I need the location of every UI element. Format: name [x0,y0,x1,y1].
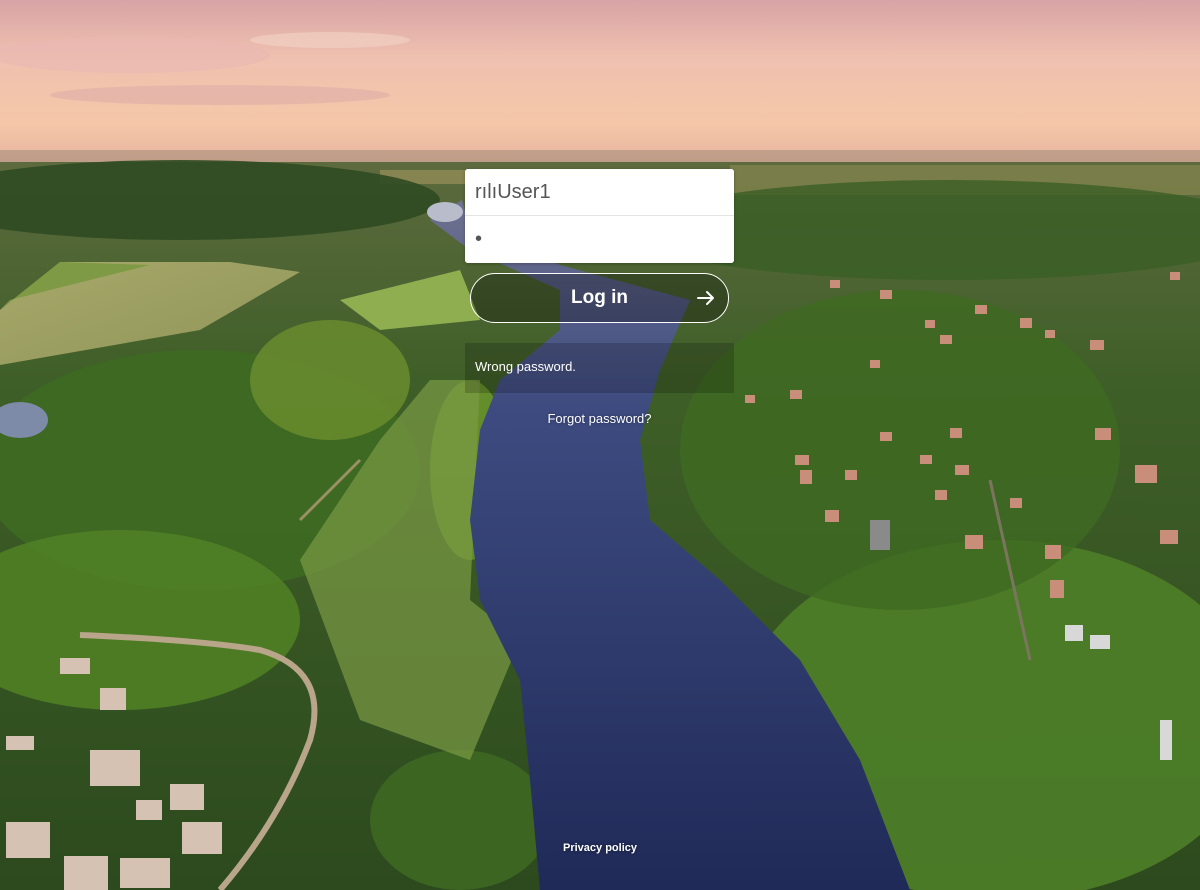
arrow-right-icon [697,291,714,305]
login-form: Log in Wrong password. Forgot password? [465,169,734,426]
wrong-password-warning: Wrong password. [465,343,734,393]
warning-text: Wrong password. [475,359,576,374]
background-landscape-image [0,0,1200,890]
username-input[interactable] [465,169,734,216]
password-input[interactable] [465,216,734,263]
login-button-label: Log in [571,287,628,308]
privacy-policy-link[interactable]: Privacy policy [0,842,1200,854]
login-button[interactable]: Log in [470,273,729,323]
forgot-password-link[interactable]: Forgot password? [465,411,734,426]
login-screen: Log in Wrong password. Forgot password? … [0,0,1200,890]
credentials-field-group [465,169,734,263]
